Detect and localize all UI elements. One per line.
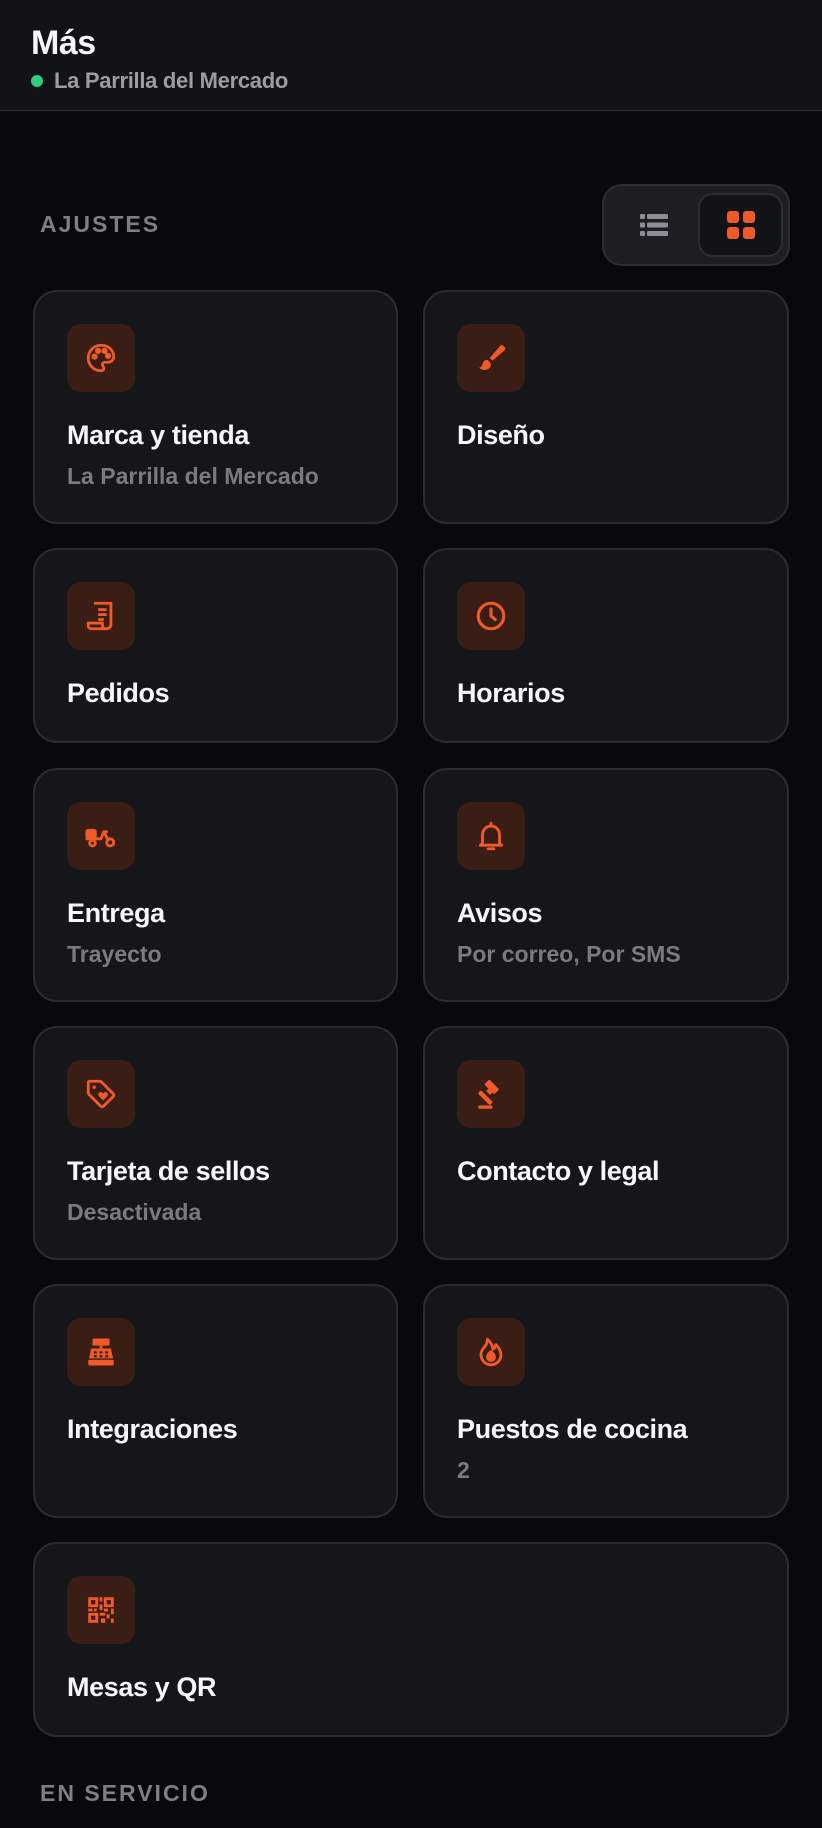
settings-card-integrations[interactable]: Integraciones [33,1284,398,1518]
card-title: Mesas y QR [67,1672,217,1702]
icon-tile [457,582,525,650]
card-subtitle: La Parrilla del Mercado [67,463,319,489]
list-icon [639,214,668,236]
store-name: La Parrilla del Mercado [54,68,288,93]
icon-tile [67,802,135,870]
card-subtitle: Trayecto [67,941,162,967]
icon-tile [67,1576,135,1644]
icon-tile [457,802,525,870]
settings-card-brand[interactable]: Marca y tienda La Parrilla del Mercado [33,290,398,524]
tag-heart-icon [86,1079,116,1109]
settings-card-design[interactable]: Diseño [423,290,789,524]
page-title: Más [31,24,96,62]
card-title: Puestos de cocina [457,1414,688,1444]
icon-tile [67,1060,135,1128]
status-dot [31,75,43,87]
clock-icon [476,601,506,631]
card-subtitle: 2 [457,1457,470,1483]
grid-view-button[interactable] [698,193,783,257]
settings-card-notifications[interactable]: Avisos Por correo, Por SMS [423,768,789,1002]
icon-tile [457,324,525,392]
settings-card-stamp-card[interactable]: Tarjeta de sellos Desactivada [33,1026,398,1260]
fire-icon [479,1337,503,1367]
card-title: Diseño [457,420,545,450]
section-label-settings: AJUSTES [40,211,161,237]
icon-tile [457,1318,525,1386]
icon-tile [457,1060,525,1128]
card-title: Contacto y legal [457,1156,660,1186]
receipt-icon [86,601,113,631]
card-title: Pedidos [67,678,170,708]
app-header: Más La Parrilla del Mercado [0,0,822,111]
card-title: Avisos [457,898,543,928]
grid-icon [726,211,755,239]
settings-card-delivery[interactable]: Entrega Trayecto [33,768,398,1002]
card-title: Integraciones [67,1414,238,1444]
settings-card-contact-legal[interactable]: Contacto y legal [423,1026,789,1260]
paintbrush-icon [479,345,506,371]
qr-code-icon [88,1597,114,1623]
view-toggle [602,184,790,266]
icon-tile [67,1318,135,1386]
bell-icon [478,821,504,851]
card-title: Tarjeta de sellos [67,1156,270,1186]
settings-card-orders[interactable]: Pedidos [33,548,398,743]
card-title: Horarios [457,678,565,708]
palette-icon [86,343,116,373]
section-label-in-service: EN SERVICIO [40,1780,210,1806]
scooter-icon [85,828,116,848]
card-subtitle: Por correo, Por SMS [457,941,681,967]
card-title: Marca y tienda [67,420,249,450]
store-indicator: La Parrilla del Mercado [31,68,288,94]
card-subtitle: Desactivada [67,1199,202,1225]
gavel-icon [478,1079,499,1109]
icon-tile [67,582,135,650]
settings-card-tables-qr[interactable]: Mesas y QR [33,1542,789,1737]
list-view-button[interactable] [611,193,696,257]
cash-register-icon [88,1338,114,1366]
settings-card-hours[interactable]: Horarios [423,548,789,743]
settings-card-kitchen-stations[interactable]: Puestos de cocina 2 [423,1284,789,1518]
card-title: Entrega [67,898,165,928]
icon-tile [67,324,135,392]
